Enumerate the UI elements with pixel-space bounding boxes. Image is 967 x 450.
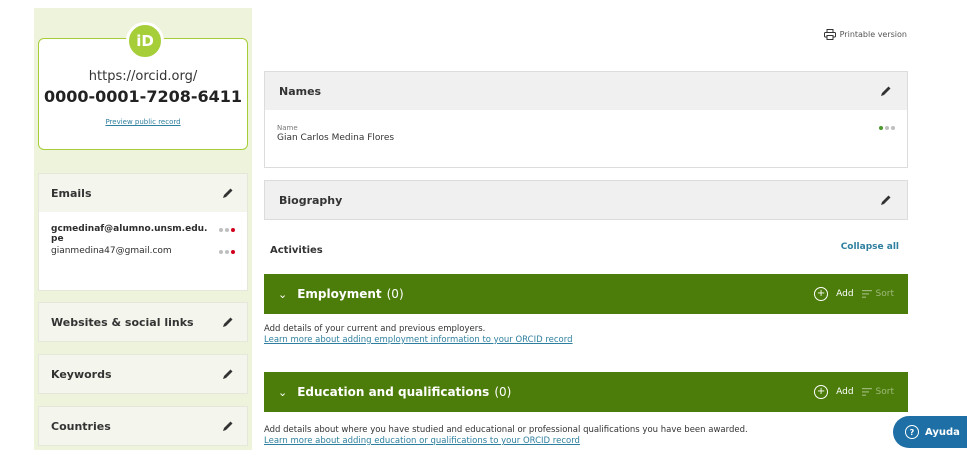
printer-icon — [823, 29, 836, 40]
edit-countries-pencil-icon[interactable] — [221, 419, 235, 433]
education-learn-more-link[interactable]: Learn more about adding education or qua… — [264, 436, 748, 447]
email-address: gianmedina47@gmail.com — [51, 246, 172, 256]
chevron-down-icon[interactable]: ⌄ — [278, 386, 287, 399]
orcid-url: https://orcid.org/ — [88, 69, 198, 84]
education-sort-button[interactable]: Sort — [861, 387, 894, 397]
sort-icon — [861, 290, 872, 298]
biography-title: Biography — [279, 193, 343, 207]
name-field-value: Gian Carlos Medina Flores — [277, 133, 395, 143]
employment-section-header[interactable]: ⌄ Employment (0) + Add Sort — [264, 274, 908, 314]
employment-learn-more-link[interactable]: Learn more about adding employment infor… — [264, 335, 573, 346]
orcid-id: 0000-0001-7208-6411 — [43, 87, 243, 106]
add-circle-icon[interactable]: + — [814, 287, 829, 301]
emails-header: Emails — [39, 174, 247, 212]
employment-sort-label: Sort — [875, 289, 894, 299]
biography-panel: Biography — [264, 180, 908, 220]
collapse-all-link[interactable]: Collapse all — [841, 242, 899, 252]
activities-title: Activities — [270, 245, 323, 256]
emails-section: Emails gcmedinaf@alumno.unsm.edu. pe gia… — [38, 173, 248, 291]
edit-websites-pencil-icon[interactable] — [221, 315, 235, 329]
name-field: Name Gian Carlos Medina Flores — [265, 110, 907, 143]
education-title: Education and qualifications — [297, 385, 490, 399]
countries-section: Countries — [38, 406, 248, 446]
preview-public-record-link[interactable]: Preview public record — [39, 118, 247, 126]
sort-icon — [861, 388, 872, 396]
websites-title: Websites & social links — [51, 315, 194, 329]
education-count: (0) — [494, 385, 512, 399]
email-address: gcmedinaf@alumno.unsm.edu. — [51, 224, 208, 234]
visibility-dots-icon[interactable] — [219, 250, 235, 254]
edit-names-pencil-icon[interactable] — [879, 84, 893, 98]
education-add-button[interactable]: Add — [836, 387, 853, 397]
employment-add-button[interactable]: Add — [836, 289, 853, 299]
question-icon: ? — [905, 425, 919, 439]
names-title: Names — [279, 84, 322, 98]
employment-help: Add details of your current and previous… — [264, 324, 573, 346]
websites-header: Websites & social links — [39, 303, 247, 341]
employment-sort-button[interactable]: Sort — [861, 289, 894, 299]
printable-version-label: Printable version — [839, 30, 907, 39]
email-item: gianmedina47@gmail.com — [39, 246, 247, 256]
education-sort-label: Sort — [875, 387, 894, 397]
countries-title: Countries — [51, 419, 111, 433]
names-header: Names — [265, 72, 907, 110]
emails-title: Emails — [51, 186, 92, 200]
employment-help-text: Add details of your current and previous… — [264, 324, 486, 334]
edit-emails-pencil-icon[interactable] — [221, 186, 235, 200]
keywords-title: Keywords — [51, 367, 112, 381]
visibility-dots-icon[interactable] — [879, 126, 895, 130]
education-section-header[interactable]: ⌄ Education and qualifications (0) + Add… — [264, 372, 908, 412]
keywords-header: Keywords — [39, 355, 247, 393]
edit-keywords-pencil-icon[interactable] — [221, 367, 235, 381]
add-circle-icon[interactable]: + — [814, 385, 829, 399]
email-item: gcmedinaf@alumno.unsm.edu. pe — [39, 224, 247, 244]
keywords-section: Keywords — [38, 354, 248, 394]
visibility-dots-icon[interactable] — [219, 228, 235, 232]
education-help-text: Add details about where you have studied… — [264, 425, 748, 435]
employment-count: (0) — [386, 287, 404, 301]
help-widget-button[interactable]: ? Ayuda — [893, 416, 967, 448]
education-help: Add details about where you have studied… — [264, 425, 748, 447]
printable-version-link[interactable]: Printable version — [823, 29, 907, 40]
orcid-logo: iD — [126, 22, 164, 60]
email-address-cont: pe — [51, 234, 64, 244]
edit-biography-pencil-icon[interactable] — [879, 193, 893, 207]
name-field-label: Name — [277, 124, 298, 132]
chevron-down-icon[interactable]: ⌄ — [278, 288, 287, 301]
countries-header: Countries — [39, 407, 247, 445]
employment-title: Employment — [297, 287, 382, 301]
biography-header: Biography — [265, 181, 907, 219]
help-widget-label: Ayuda — [925, 426, 960, 438]
websites-section: Websites & social links — [38, 302, 248, 342]
names-panel: Names Name Gian Carlos Medina Flores — [264, 71, 908, 168]
